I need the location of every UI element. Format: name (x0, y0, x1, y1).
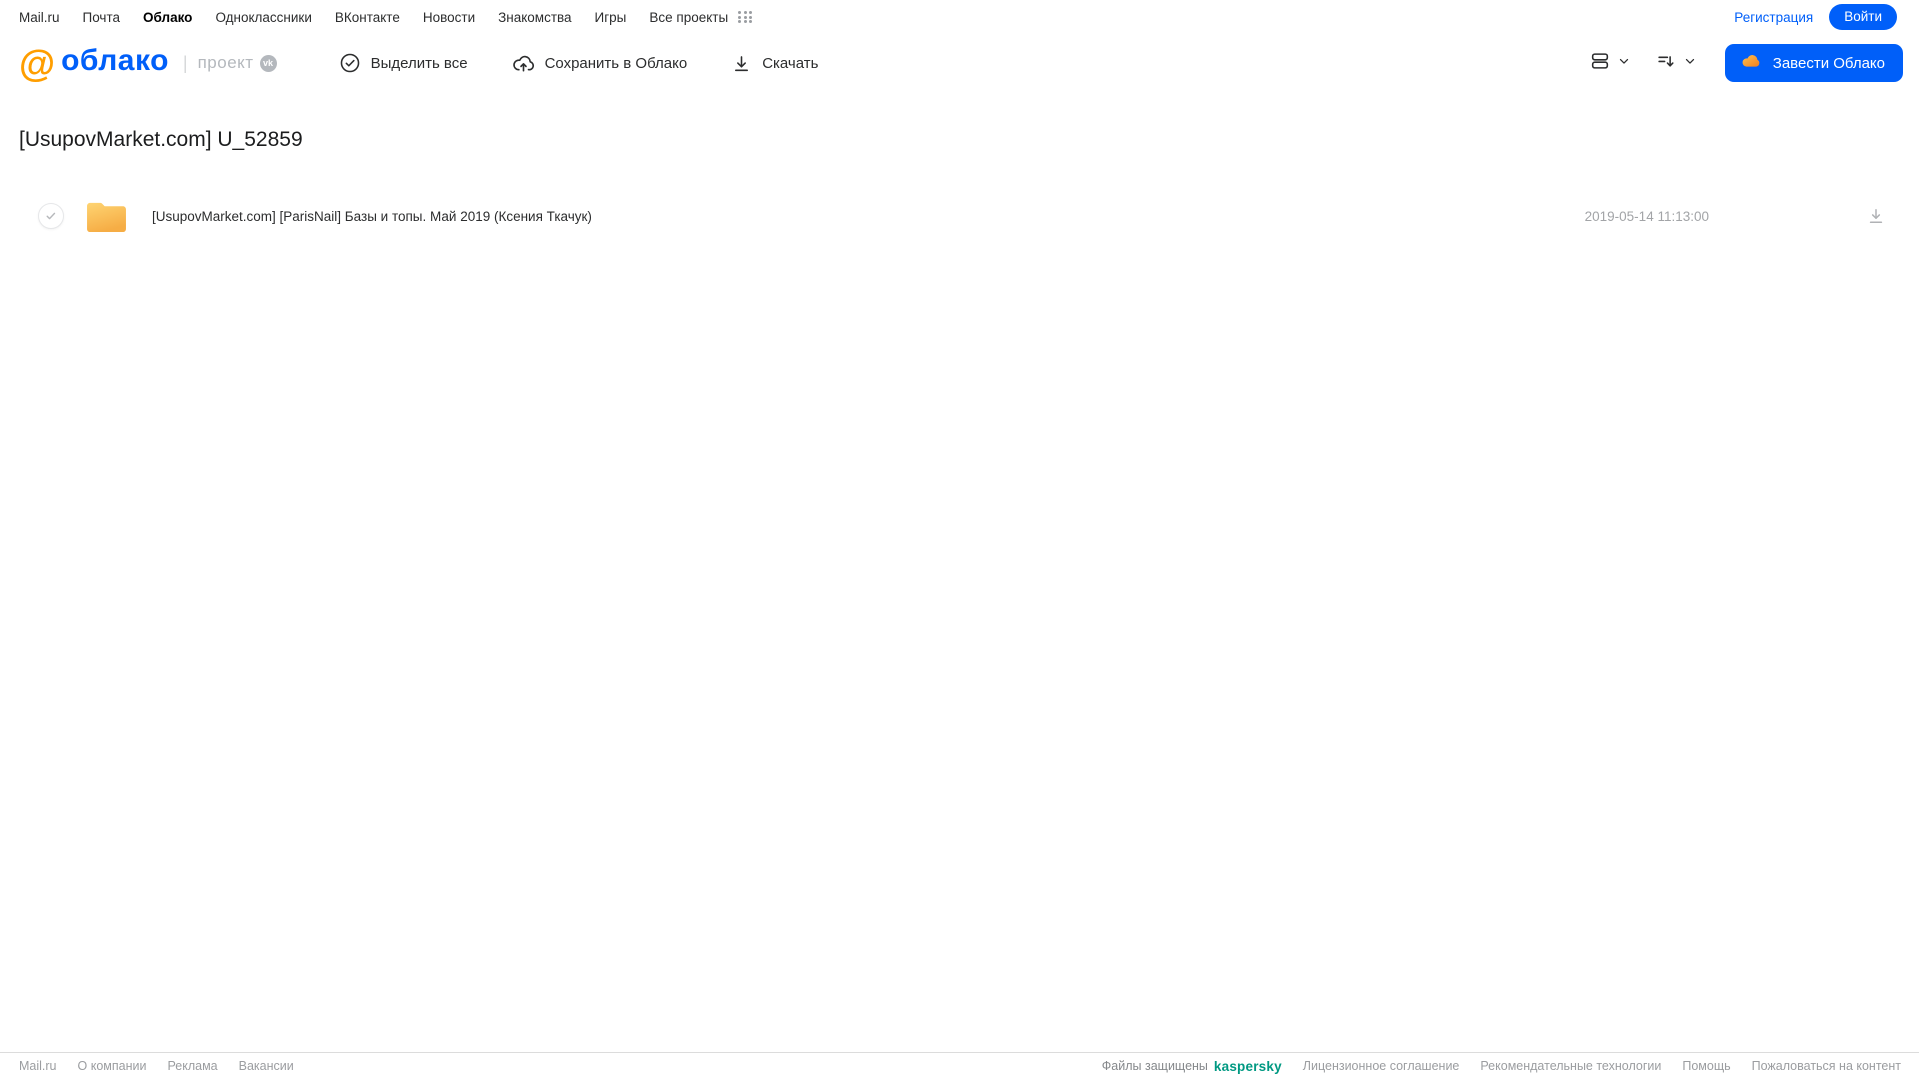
save-to-cloud-button[interactable]: Сохранить в Облако (512, 52, 688, 75)
kaspersky-logo[interactable]: kaspersky (1214, 1059, 1282, 1074)
footer-right-links: Лицензионное соглашение Рекомендательные … (1303, 1059, 1901, 1073)
chevron-down-icon (1683, 54, 1697, 73)
cloud-logo[interactable]: @ облако | проект vk (19, 45, 277, 82)
footer-link[interactable]: Mail.ru (19, 1059, 57, 1073)
save-to-cloud-label: Сохранить в Облако (544, 54, 688, 72)
brand-separator: | (182, 52, 188, 73)
row-checkbox[interactable] (38, 203, 64, 229)
cloud-header: @ облако | проект vk Выделить все Сохран… (0, 34, 1919, 98)
mailru-at-icon: @ (19, 42, 56, 84)
download-icon (731, 53, 752, 74)
footer-left-links: Mail.ru О компании Реклама Вакансии (19, 1059, 294, 1073)
toolbar: Выделить все Сохранить в Облако Скачать (339, 52, 818, 75)
folder-icon (85, 198, 128, 234)
footer-link[interactable]: Помощь (1682, 1059, 1730, 1073)
portal-nav-item[interactable]: Все проекты (649, 10, 728, 25)
portal-nav-item[interactable]: Новости (423, 10, 475, 25)
cloud-orange-icon (1739, 49, 1763, 77)
download-label: Скачать (762, 54, 819, 72)
row-download-icon[interactable] (1866, 206, 1886, 226)
chevron-down-icon (1617, 54, 1631, 73)
page-title: [UsupovMarket.com] U_52859 (19, 128, 303, 151)
portal-nav-item[interactable]: Игры (595, 10, 627, 25)
sort-icon (1655, 50, 1677, 77)
register-link[interactable]: Регистрация (1734, 10, 1813, 25)
select-all-label: Выделить все (370, 54, 468, 72)
file-date: 2019-05-14 11:13:00 (1584, 208, 1709, 224)
vk-badge-icon: vk (259, 54, 277, 72)
portal-nav-item[interactable]: ВКонтакте (335, 10, 400, 25)
view-list-icon (1589, 50, 1611, 77)
cloud-upload-icon (512, 52, 535, 75)
portal-nav-item[interactable]: Облако (143, 10, 192, 25)
login-button[interactable]: Войти (1829, 4, 1897, 30)
create-cloud-button[interactable]: Завести Облако (1724, 44, 1903, 82)
portal-nav-item[interactable]: Mail.ru (19, 10, 60, 25)
check-circle-icon (339, 52, 361, 74)
portal-nav-links: Mail.ru Почта Облако Одноклассники ВКонтакте… (19, 10, 728, 25)
file-name-link[interactable]: [UsupovMarket.com] [ParisNail] Базы и то… (152, 209, 592, 224)
footer-link[interactable]: О компании (78, 1059, 147, 1073)
all-projects-grid-icon[interactable] (738, 11, 753, 23)
portal-nav-item[interactable]: Знакомства (498, 10, 571, 25)
sort-dropdown[interactable] (1655, 50, 1697, 77)
portal-nav-item[interactable]: Почта (83, 10, 121, 25)
footer-link[interactable]: Пожаловаться на контент (1752, 1059, 1901, 1073)
protected-label: Файлы защищены (1101, 1059, 1208, 1073)
create-cloud-label: Завести Облако (1772, 54, 1885, 72)
portal-navbar: Mail.ru Почта Облако Одноклассники ВКонтакте… (0, 0, 1919, 34)
download-button[interactable]: Скачать (731, 53, 818, 74)
view-mode-dropdown[interactable] (1589, 50, 1631, 77)
footer-link[interactable]: Лицензионное соглашение (1303, 1059, 1460, 1073)
footer-link[interactable]: Реклама (167, 1059, 217, 1073)
project-label: проект (197, 53, 254, 72)
main-content: [UsupovMarket.com] U_52859 [UsupovMarket… (0, 128, 1919, 237)
kaspersky-protection: Файлы защищены kaspersky (1102, 1059, 1282, 1074)
footer-link[interactable]: Рекомендательные технологии (1480, 1059, 1661, 1073)
footer-link[interactable]: Вакансии (239, 1059, 294, 1073)
brand-title: облако (61, 44, 169, 77)
footer: Mail.ru О компании Реклама Вакансии Файлы з… (0, 1052, 1919, 1079)
portal-nav-item[interactable]: Одноклассники (215, 10, 311, 25)
select-all-button[interactable]: Выделить все (339, 52, 468, 74)
file-row[interactable]: [UsupovMarket.com] [ParisNail] Базы и то… (19, 195, 1919, 237)
